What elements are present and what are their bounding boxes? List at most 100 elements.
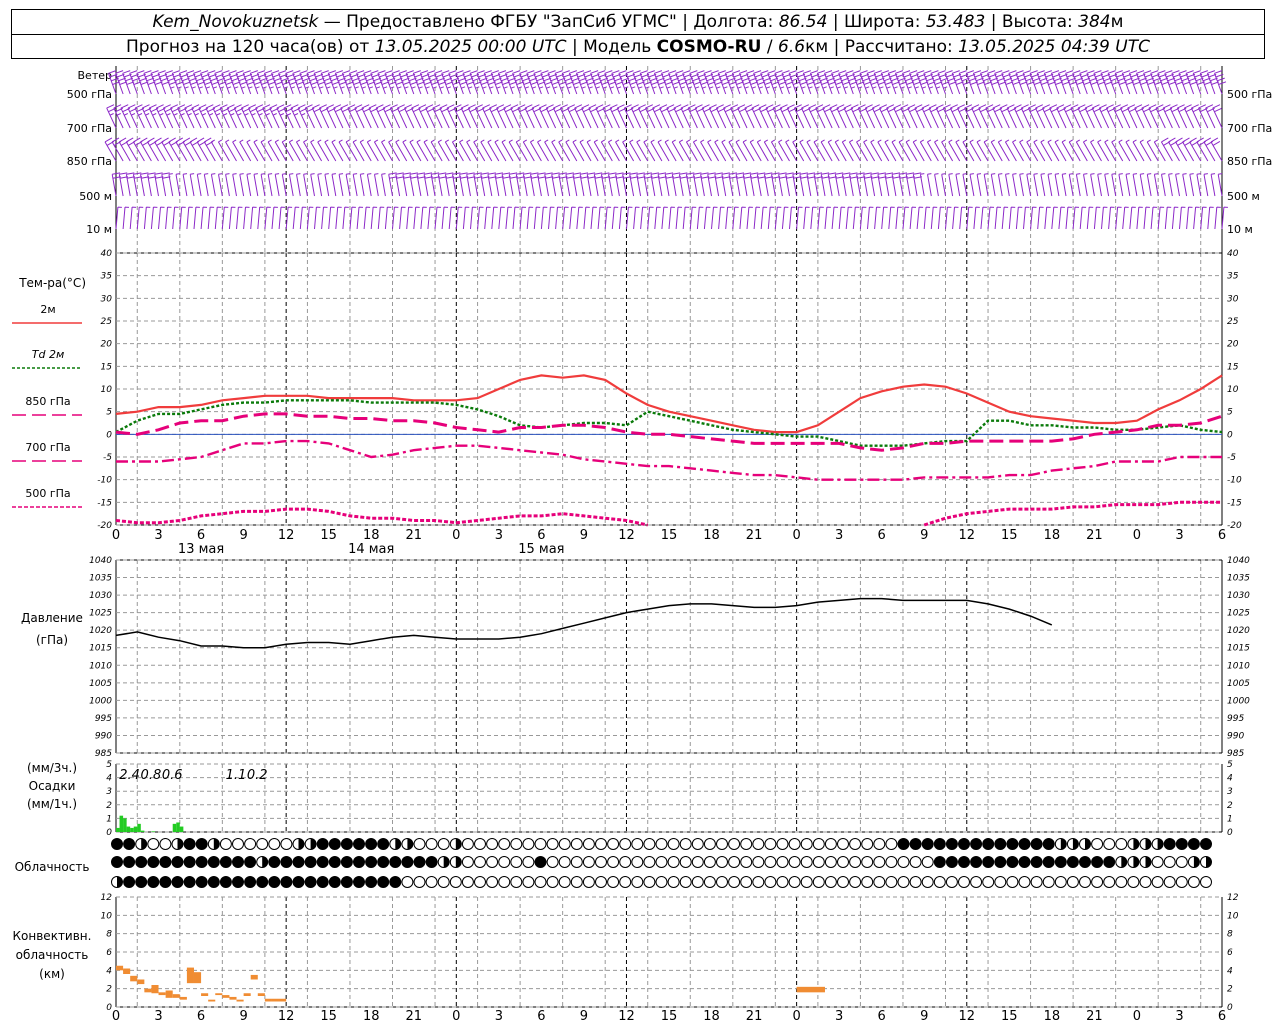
conv-tick-label: 12 (101, 893, 113, 903)
cloud-symbol (123, 838, 136, 850)
pressure-tick-label-right: 1010 (1227, 661, 1250, 671)
wind-barb (314, 206, 321, 230)
precip-bar (130, 827, 134, 832)
pressure-tick-label-right: 1005 (1227, 679, 1250, 689)
cloud-symbol (812, 876, 825, 888)
wind-barb (143, 206, 151, 230)
wind-barb (200, 206, 208, 230)
cloud-symbol (389, 876, 402, 888)
cloud-symbol (510, 856, 523, 868)
x-tick-label-bottom: 9 (580, 1009, 588, 1024)
x-tick-label: 6 (537, 528, 545, 543)
pressure-tick-label: 1025 (89, 609, 112, 619)
cloud-symbol (316, 856, 329, 868)
x-tick-label-bottom: 0 (792, 1009, 800, 1024)
precip-bar (137, 823, 141, 832)
pressure-tick-label-right: 1025 (1227, 609, 1250, 619)
cloud-symbol (800, 876, 813, 888)
x-tick-label-bottom: 6 (1218, 1009, 1226, 1024)
wind-barb (590, 206, 597, 230)
precip-tick-label-right: 0 (1227, 828, 1233, 838)
cloud-symbol (703, 876, 716, 888)
x-tick-label: 12 (618, 528, 635, 543)
cloud-symbol (873, 856, 886, 868)
cloud-symbol (159, 838, 172, 850)
x-tick-label: 18 (703, 528, 720, 543)
wind-barb (618, 206, 626, 230)
wind-barb (349, 206, 356, 230)
cloud-symbol (837, 838, 849, 850)
cloud-symbol (1091, 856, 1104, 868)
wind-level-label: 500 гПа (67, 88, 112, 101)
x-tick-label: 15 (661, 528, 678, 543)
wind-barb (739, 206, 746, 230)
wind-barb (122, 206, 130, 230)
precip-bar (176, 822, 180, 832)
cloud-symbol (994, 876, 1007, 888)
cloud-symbol (1030, 856, 1043, 868)
cloud-symbol (909, 838, 922, 850)
x-tick-label-bottom: 12 (278, 1009, 295, 1024)
precip-3h-total: 2.4 (119, 768, 140, 783)
wind-barb (1139, 173, 1145, 197)
temp-legend-label: Td 2м (32, 348, 65, 361)
wind-barb (267, 173, 273, 197)
cloud-symbol (812, 856, 825, 868)
wind-barb (306, 206, 314, 230)
cloud-symbol (123, 856, 136, 868)
pressure-tick-label-right: 995 (1227, 714, 1244, 724)
cloud-symbol (365, 876, 378, 888)
conv-bar (193, 972, 202, 984)
cloud-symbol (752, 876, 765, 888)
cloud-symbol (1066, 856, 1079, 868)
cloud-symbol (195, 856, 208, 868)
cloud-symbol (643, 856, 656, 868)
conv-bar (151, 985, 159, 994)
cloud-symbol (1175, 838, 1188, 850)
wind-barb (725, 206, 732, 230)
cloud-symbol-half (1145, 838, 1151, 850)
wind-barb (292, 206, 300, 230)
cloud-symbol-half (1060, 838, 1067, 850)
cloud-symbol (268, 876, 281, 888)
cloud-symbol (861, 838, 874, 850)
conv-bar (271, 998, 287, 1002)
x-tick-label-bottom: 15 (1001, 1009, 1018, 1024)
cloud-symbol (340, 856, 353, 868)
cloud-symbol (1200, 876, 1212, 888)
conv-bar (201, 993, 209, 996)
cloud-symbol (1151, 876, 1164, 888)
cloud-symbol (607, 856, 620, 868)
cloud-symbol (582, 876, 595, 888)
wind-barb (441, 206, 449, 230)
x-tick-label: 6 (878, 528, 886, 543)
wind-barb (203, 173, 209, 197)
precip-unit-3h: (мм/3ч.) (27, 761, 77, 775)
temp-tick-label: 40 (101, 249, 113, 259)
x-tick-label: 18 (1044, 528, 1061, 543)
wind-barb (789, 206, 796, 230)
wind-barb (810, 206, 817, 230)
wind-barb (990, 173, 996, 197)
wind-barb (1019, 173, 1024, 197)
cloud-symbol (413, 838, 426, 850)
wind-barb (498, 206, 505, 230)
cloud-symbol (183, 876, 196, 888)
wind-barb (973, 206, 980, 230)
wind-barb (243, 206, 250, 230)
wind-barb (696, 206, 704, 230)
wind-barb (186, 206, 193, 230)
wind-barb (338, 173, 344, 197)
wind-barb (136, 206, 144, 230)
wind-barb (1150, 206, 1158, 230)
conv-tick-label-right: 4 (1227, 966, 1233, 976)
wind-barb (633, 206, 640, 230)
wind-barb (1175, 173, 1180, 197)
cloud-symbol (679, 876, 692, 888)
wind-barb (1075, 173, 1081, 197)
x-tick-label: 6 (1218, 528, 1226, 543)
cloud-symbol (885, 856, 898, 868)
wind-barb (172, 206, 179, 230)
cloud-symbol (631, 838, 644, 850)
cloud-symbol (232, 838, 244, 850)
